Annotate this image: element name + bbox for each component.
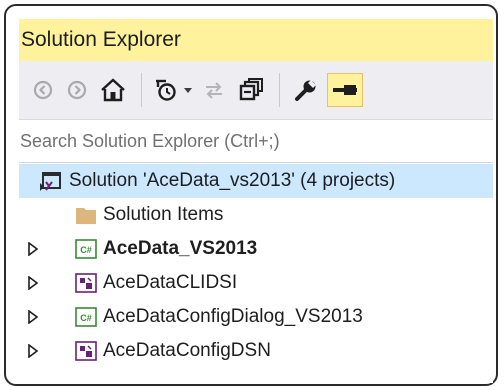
expand-arrow-icon[interactable] (27, 310, 39, 324)
home-button[interactable] (97, 76, 129, 104)
svg-text:C#: C# (80, 245, 92, 255)
tree-item-label: Solution Items (103, 204, 224, 225)
sync-with-document-icon (206, 82, 222, 99)
tree-item-label: AceData_VS2013 (103, 238, 258, 259)
solution-tree: Solution 'AceData_vs2013' (4 projects) S… (19, 163, 493, 383)
tree-item-project[interactable]: AceDataConfigDSN (19, 334, 493, 368)
tree-item-project[interactable]: AceDataCLIDSI (19, 266, 493, 300)
search-placeholder: Search Solution Explorer (Ctrl+;) (20, 131, 280, 151)
tree-item-label: AceDataConfigDialog_VS2013 (103, 306, 363, 327)
back-arrow-icon (33, 80, 53, 100)
folder-icon (76, 208, 96, 224)
tree-item-project[interactable]: C# AceDataConfigDialog_VS2013 (19, 300, 493, 334)
sync-with-document-button[interactable] (199, 76, 229, 104)
filter-dropdown-button[interactable] (181, 76, 195, 104)
forward-button[interactable] (63, 76, 91, 104)
home-icon (101, 78, 125, 102)
solution-explorer-panel: Solution Explorer Search Solution Explor… (19, 19, 493, 383)
toolbar-separator (141, 73, 142, 107)
cpp-project-icon (75, 273, 97, 293)
csharp-project-icon: C# (75, 307, 97, 327)
auto-hide-pin-button[interactable] (327, 73, 363, 107)
tree-item-label: AceDataConfigDSN (103, 340, 271, 361)
panel-title: Solution Explorer (19, 19, 493, 61)
properties-button[interactable] (291, 76, 321, 104)
toolbar-separator (279, 73, 280, 107)
auto-hide-pin-icon (333, 85, 357, 95)
tree-item-label: AceDataCLIDSI (103, 272, 238, 293)
tree-item-project[interactable]: C# AceData_VS2013 (19, 232, 493, 266)
dropdown-arrow-icon (184, 88, 192, 93)
cpp-project-icon (75, 341, 97, 361)
tree-item-solution[interactable]: Solution 'AceData_vs2013' (4 projects) (19, 164, 493, 198)
forward-arrow-icon (67, 80, 87, 100)
tree-item-label: Solution 'AceData_vs2013' (4 projects) (69, 170, 396, 191)
pending-changes-filter-icon (156, 79, 176, 101)
back-button[interactable] (29, 76, 57, 104)
expand-arrow-icon[interactable] (27, 242, 39, 256)
expand-arrow-icon[interactable] (27, 276, 39, 290)
svg-text:C#: C# (80, 313, 92, 323)
solution-icon (40, 172, 61, 191)
csharp-project-icon: C# (75, 239, 97, 259)
toolbar (19, 61, 493, 119)
search-input[interactable]: Search Solution Explorer (Ctrl+;) (19, 119, 493, 163)
expand-arrow-icon[interactable] (27, 344, 39, 358)
tree-item-solution-items[interactable]: Solution Items (19, 198, 493, 232)
properties-wrench-icon (295, 80, 316, 101)
collapse-all-button[interactable] (235, 76, 267, 104)
pending-changes-filter-button[interactable] (151, 76, 181, 104)
screenshot-frame: Solution Explorer Search Solution Explor… (4, 4, 498, 386)
collapse-all-icon (239, 78, 263, 101)
